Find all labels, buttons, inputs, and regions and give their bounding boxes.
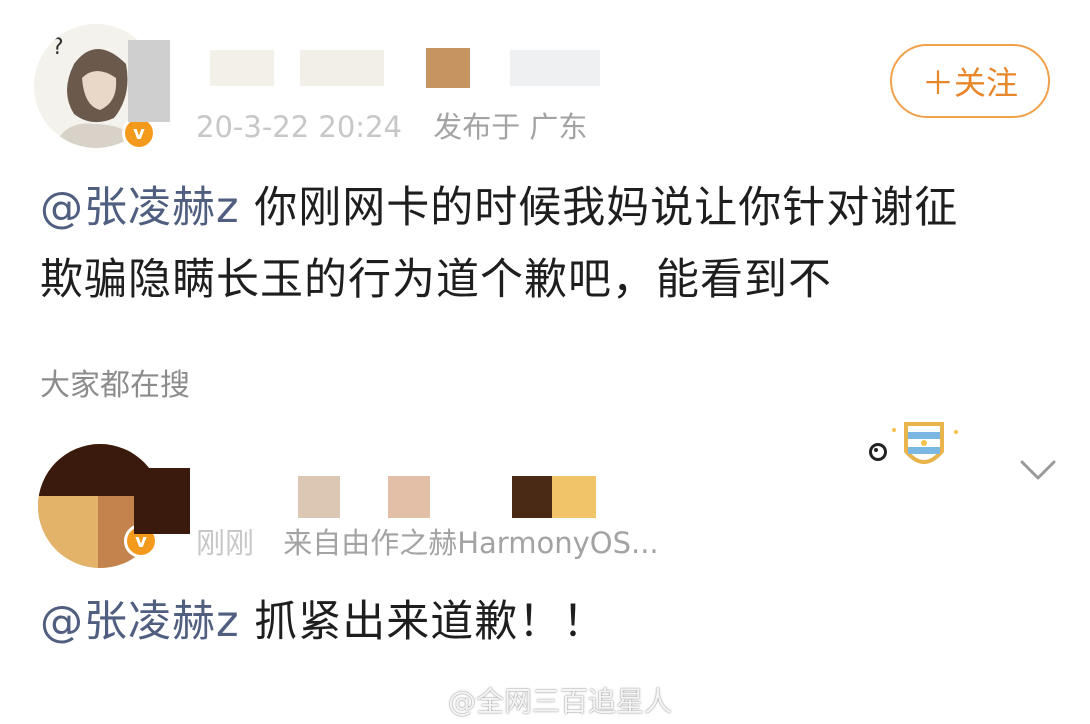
post-source: 来自由作之赫HarmonyOS... bbox=[283, 526, 659, 560]
post-text-content: 你刚网卡的时候我妈说让你针对谢征 bbox=[239, 183, 959, 233]
post-text-content: 抓紧出来道歉！！ bbox=[239, 597, 607, 647]
svg-text:?: ? bbox=[52, 35, 64, 60]
chevron-down-icon[interactable] bbox=[1018, 458, 1058, 482]
post-meta: 刚刚 来自由作之赫HarmonyOS... bbox=[196, 520, 659, 562]
post-timestamp: 20-3-22 20:24 bbox=[196, 110, 402, 144]
post-text: @张凌赫z 抓紧出来道歉！！ bbox=[40, 586, 1050, 658]
post-text-line-1: @张凌赫z 你刚网卡的时候我妈说让你针对谢征 bbox=[40, 172, 1050, 244]
mention-link[interactable]: @张凌赫z bbox=[40, 597, 240, 647]
mention-link[interactable]: @张凌赫z bbox=[40, 183, 240, 233]
post-card-1: ? v 20-3-22 20:24 发布于 广东 ＋关注 @张凌赫z 你刚网卡的… bbox=[0, 0, 1090, 410]
section-title: 大家都在搜 bbox=[40, 368, 190, 403]
post-card-2: v 刚刚 来自由作之赫HarmonyOS... @张凌赫z 抓紧出来道歉！！ bbox=[0, 410, 1090, 724]
fan-badge-icon bbox=[864, 416, 984, 480]
post-timestamp: 刚刚 bbox=[196, 526, 255, 560]
post-text: @张凌赫z 你刚网卡的时候我妈说让你针对谢征 欺骗隐瞒长玉的行为道个歉吧，能看到… bbox=[40, 172, 1050, 316]
follow-button[interactable]: ＋关注 bbox=[890, 44, 1050, 118]
watermark: @全网三百追星人 bbox=[408, 680, 672, 720]
follow-button-label: ＋关注 bbox=[921, 64, 1018, 102]
post-location: 发布于 广东 bbox=[433, 110, 588, 144]
watermark-text: @全网三百追星人 bbox=[448, 685, 673, 718]
post-meta: 20-3-22 20:24 发布于 广东 bbox=[196, 104, 587, 146]
weibo-logo-icon bbox=[408, 684, 442, 717]
post-text-line-2: 欺骗隐瞒长玉的行为道个歉吧，能看到不 bbox=[40, 255, 832, 305]
